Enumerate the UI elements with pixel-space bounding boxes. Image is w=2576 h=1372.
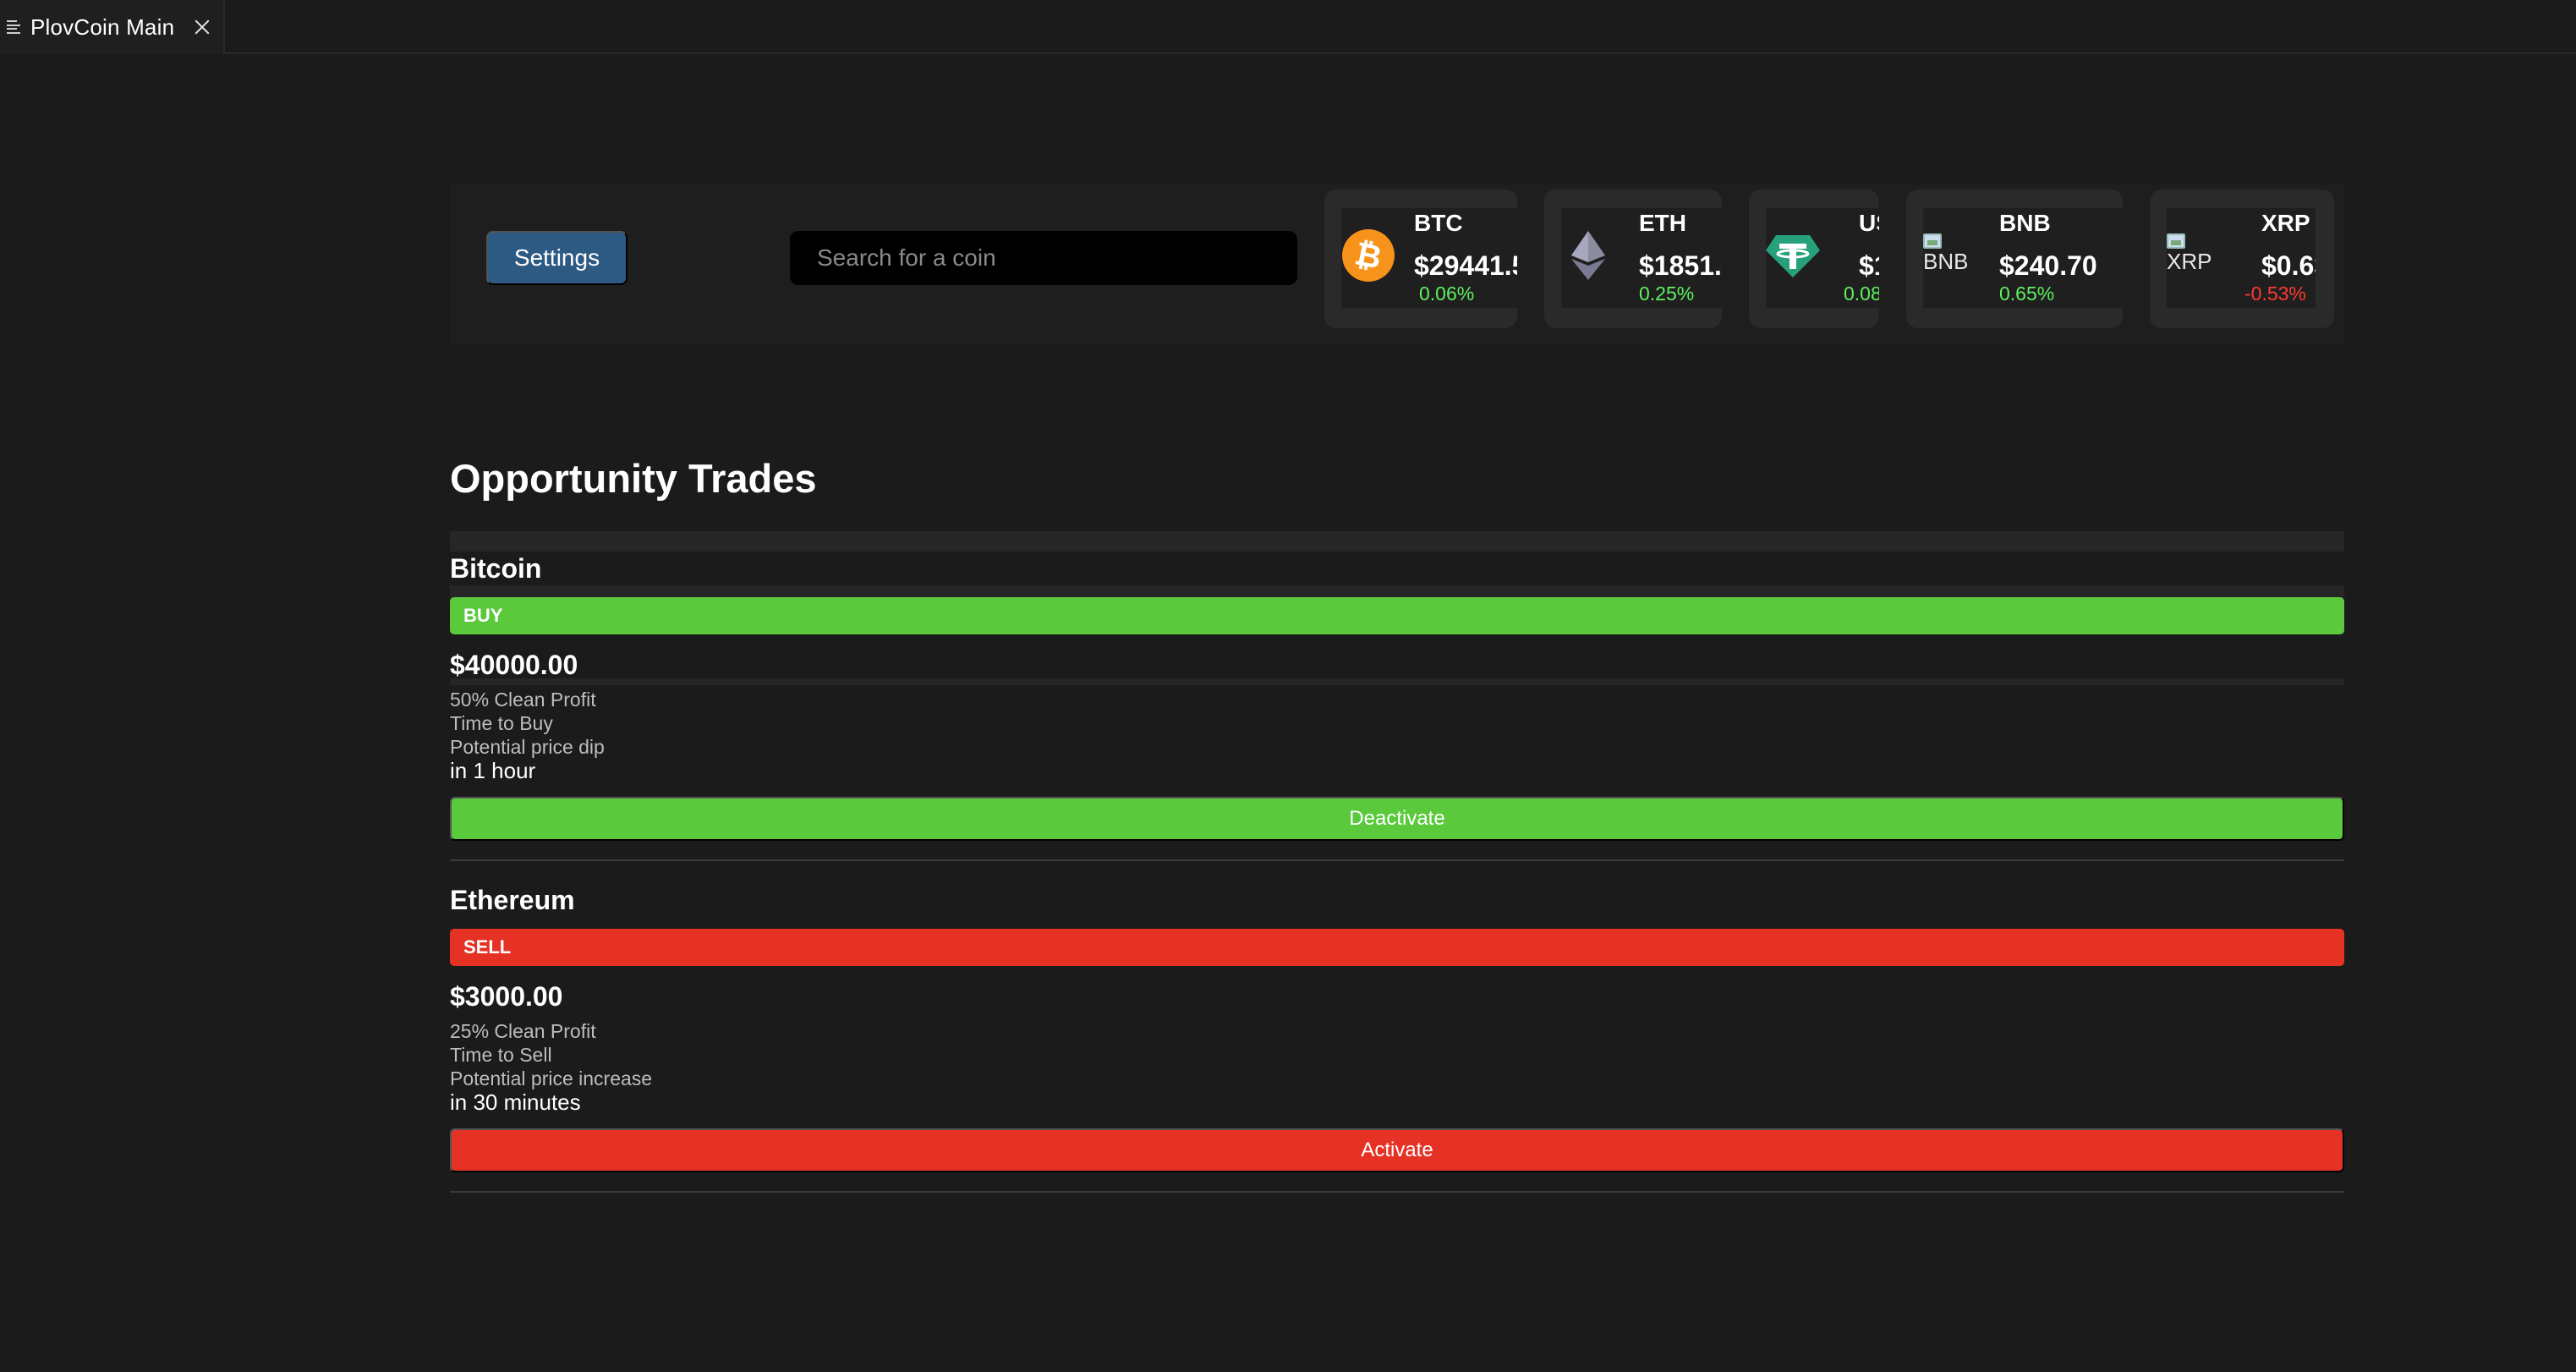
tab-bar: PlovCoin Main bbox=[0, 0, 2576, 54]
coin-change: 0.06% bbox=[1419, 283, 1475, 305]
coin-price: $0.63 bbox=[2261, 250, 2316, 281]
trade-timing: Time to Buy bbox=[450, 712, 553, 734]
coin-price: $240.70 bbox=[1999, 250, 2097, 281]
trade-eta: in 30 minutes bbox=[450, 1089, 581, 1115]
coin-price: $1.00 bbox=[1859, 250, 1879, 281]
coin-card-usdt[interactable]: USDT $1.00 0.08% bbox=[1749, 189, 1879, 328]
menu-lines-icon bbox=[7, 19, 22, 35]
settings-button[interactable]: Settings bbox=[486, 231, 628, 285]
bitcoin-icon: ₿ bbox=[1341, 228, 1395, 283]
coin-image-alt: BNB bbox=[1923, 249, 1969, 274]
deactivate-button[interactable]: Deactivate bbox=[450, 797, 2344, 841]
trade-eta: in 1 hour bbox=[450, 758, 536, 783]
tab-title: PlovCoin Main bbox=[30, 14, 175, 40]
coin-change: 0.25% bbox=[1639, 283, 1695, 305]
trade-reason: Potential price dip bbox=[450, 736, 605, 758]
page-title: Opportunity Trades bbox=[450, 456, 817, 501]
trade-coin-name: Ethereum bbox=[450, 885, 575, 915]
coin-card-xrp[interactable]: XRP XRP $0.63 -0.53% bbox=[2150, 189, 2334, 328]
tether-icon bbox=[1766, 228, 1820, 283]
ethereum-icon bbox=[1561, 228, 1615, 283]
coin-symbol: ETH bbox=[1639, 210, 1686, 236]
coin-change: 0.08% bbox=[1844, 283, 1879, 305]
tab-plovcoin-main[interactable]: PlovCoin Main bbox=[0, 0, 225, 54]
trade-divider bbox=[450, 1191, 2344, 1193]
coin-symbol: USDT bbox=[1859, 210, 1879, 236]
coin-card-btc[interactable]: ₿ BTC $29441.54 0.06% bbox=[1324, 189, 1517, 328]
trade-coin-name: Bitcoin bbox=[450, 553, 542, 584]
trade-action-badge: SELL bbox=[450, 929, 2344, 966]
trade-profit: 25% Clean Profit bbox=[450, 1020, 596, 1042]
trade-band bbox=[450, 678, 2344, 685]
trade-profit: 50% Clean Profit bbox=[450, 689, 596, 711]
broken-image-icon: BNB bbox=[1923, 233, 1982, 284]
trade-reason: Potential price increase bbox=[450, 1067, 653, 1089]
search-input[interactable] bbox=[790, 231, 1297, 285]
trade-action-badge: BUY bbox=[450, 597, 2344, 634]
close-icon[interactable] bbox=[193, 18, 211, 36]
coin-symbol: BTC bbox=[1414, 210, 1463, 236]
trade-divider bbox=[450, 859, 2344, 861]
trade-card-header bbox=[450, 531, 2344, 552]
trade-price: $3000.00 bbox=[450, 981, 563, 1012]
coin-change: -0.53% bbox=[2244, 283, 2306, 305]
activate-button[interactable]: Activate bbox=[450, 1128, 2344, 1172]
coin-price: $29441.54 bbox=[1414, 250, 1517, 281]
trade-timing: Time to Sell bbox=[450, 1044, 552, 1066]
coin-price: $1851.52 bbox=[1639, 250, 1722, 281]
coin-symbol: XRP bbox=[2261, 210, 2310, 236]
broken-image-icon: XRP bbox=[2167, 233, 2226, 284]
coin-symbol: BNB bbox=[1999, 210, 2051, 236]
trade-price: $40000.00 bbox=[450, 650, 578, 680]
coin-card-bnb[interactable]: BNB BNB $240.70 0.65% bbox=[1906, 189, 2123, 328]
coin-card-eth[interactable]: ETH $1851.52 0.25% bbox=[1544, 189, 1722, 328]
coin-image-alt: XRP bbox=[2167, 249, 2212, 274]
coin-change: 0.65% bbox=[1999, 283, 2055, 305]
